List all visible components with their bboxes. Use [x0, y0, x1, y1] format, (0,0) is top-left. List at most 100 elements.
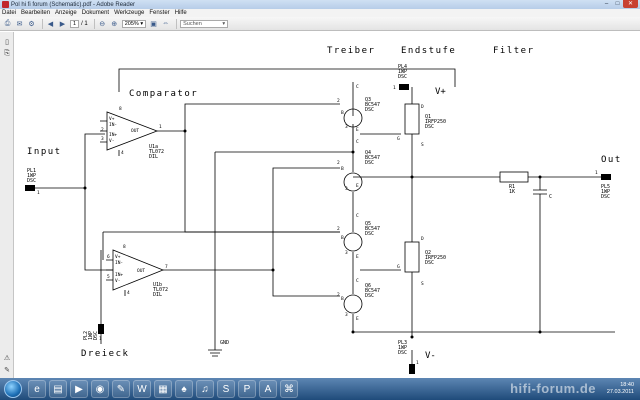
q5-pin-c: C	[356, 213, 359, 219]
q3-pin-3: 3	[345, 124, 348, 130]
document-view: Treiber Endstufe Filter Comparator Input…	[15, 32, 640, 378]
u1a-out-label: OUT	[131, 128, 139, 134]
wire-u1b-to-q6	[272, 270, 340, 297]
game-icon[interactable]: ♠	[175, 380, 193, 398]
clock-date[interactable]: 27.03.2011	[607, 389, 634, 396]
firefox-icon[interactable]: ◉	[91, 380, 109, 398]
u1a-vplus-label: V+	[109, 116, 115, 122]
q2-symbol	[404, 241, 420, 273]
next-page-icon[interactable]: ▶	[58, 19, 67, 28]
warning-icon[interactable]: ⚠	[3, 354, 11, 363]
ie-icon[interactable]: e	[28, 380, 46, 398]
q1-symbol	[404, 103, 420, 135]
label-treiber: Treiber	[327, 46, 375, 56]
u1a-pin3: 3	[101, 136, 104, 142]
menu-dokument[interactable]: Dokument	[82, 10, 109, 16]
navigation-panel: ▯ ⎘ ⚠ ✎	[0, 32, 14, 378]
acrobat-icon[interactable]: A	[259, 380, 277, 398]
u1a-pin2: 2	[101, 127, 104, 133]
q6-pin-3: 3	[345, 312, 348, 318]
label-input: Input	[27, 147, 62, 157]
pl1-pin: 1	[37, 190, 40, 196]
word-icon[interactable]: W	[133, 380, 151, 398]
label-vminus: V-	[425, 351, 436, 361]
pages-icon[interactable]: ▯	[3, 38, 11, 47]
label-vplus: V+	[435, 87, 446, 97]
chevron-down-icon: ▾	[222, 20, 226, 27]
zoom-select[interactable]: 205% ▾	[121, 19, 147, 28]
print-icon[interactable]: ⎙	[3, 19, 12, 28]
q2-pin-d: D	[421, 236, 424, 242]
q3-pkg: DSC	[365, 107, 374, 113]
fit-width-icon[interactable]: ⇔	[161, 19, 170, 28]
c1-symbol	[533, 177, 547, 332]
close-button[interactable]: ✕	[623, 0, 638, 8]
q3-pin-c: C	[356, 84, 359, 90]
pl3-connector	[409, 364, 415, 374]
ps-icon[interactable]: P	[238, 380, 256, 398]
menu-werkzeuge[interactable]: Werkzeuge	[114, 10, 144, 16]
u1b-pin7: 7	[165, 264, 168, 270]
paperclip-icon[interactable]: ✎	[3, 366, 11, 375]
q4-pin-c: C	[356, 139, 359, 145]
itunes-icon[interactable]: ♫	[196, 380, 214, 398]
q4-pin-2: 2	[337, 160, 340, 166]
wire-u1a-to-q5	[184, 131, 340, 233]
pl3-pkg: DSC	[398, 350, 407, 356]
pc-icon[interactable]: ▦	[154, 380, 172, 398]
u1a-pin8: 8	[119, 106, 122, 112]
email-icon[interactable]: ✉	[15, 19, 24, 28]
q5-pin-b: B	[341, 235, 344, 241]
page-number-input[interactable]: 1	[70, 19, 80, 28]
minimize-button[interactable]: –	[601, 0, 612, 8]
network-icon[interactable]: ⌘	[280, 380, 298, 398]
zoom-out-icon[interactable]: ⊖	[98, 19, 107, 28]
u1a-inplus-label: IN+	[109, 132, 117, 138]
pl2-pin: 1	[99, 336, 102, 342]
q6-pkg: DSC	[365, 293, 374, 299]
maximize-button[interactable]: □	[612, 0, 623, 8]
menu-hilfe[interactable]: Hilfe	[175, 10, 187, 16]
adobe-reader-icon	[2, 1, 9, 8]
start-button[interactable]	[4, 380, 22, 398]
label-dreieck: Dreieck	[81, 349, 129, 359]
schematic-drawing: Treiber Endstufe Filter Comparator Input…	[25, 46, 620, 374]
previous-page-icon[interactable]: ◀	[46, 19, 55, 28]
q1-pin-d: D	[421, 104, 424, 110]
label-endstufe: Endstufe	[401, 46, 456, 56]
q3-pin-2: 2	[337, 98, 340, 104]
q6-symbol	[343, 294, 363, 314]
attachments-icon[interactable]: ⎘	[3, 50, 11, 59]
search-input[interactable]: Suchen ▾	[180, 19, 229, 28]
fit-page-icon[interactable]: ▣	[149, 19, 158, 28]
u1b-inplus-label: IN+	[115, 272, 123, 278]
zoom-in-icon[interactable]: ⊕	[110, 19, 119, 28]
c1-name: C	[549, 194, 552, 200]
clock-time[interactable]: 18:40	[620, 382, 634, 389]
q6-pin-2: 2	[337, 292, 340, 298]
menu-bar: Datei Bearbeiten Anzeige Dokument Werkze…	[0, 9, 640, 17]
u1a-vminus-label: V-	[109, 138, 114, 144]
wire-u1b-out	[163, 167, 340, 271]
label-gnd: GND	[220, 340, 229, 346]
u1b-out-label: OUT	[137, 268, 145, 274]
share-icon[interactable]: ⚙	[27, 19, 36, 28]
q5-symbol	[343, 232, 363, 252]
u1a-pkg: DIL	[149, 154, 158, 160]
q6-pin-e: E	[356, 316, 359, 322]
q6-pin-b: B	[341, 296, 344, 302]
skype-icon[interactable]: S	[217, 380, 235, 398]
menu-datei[interactable]: Datei	[2, 10, 16, 16]
u1a-pin1: 1	[159, 124, 162, 130]
toolbar-separator	[93, 18, 95, 29]
media-icon[interactable]: ▶	[70, 380, 88, 398]
menu-fenster[interactable]: Fenster	[149, 10, 169, 16]
q5-pkg: DSC	[365, 231, 374, 237]
folder-icon[interactable]: ▤	[49, 380, 67, 398]
label-filter: Filter	[493, 46, 535, 56]
paint-icon[interactable]: ✎	[112, 380, 130, 398]
menu-bearbeiten[interactable]: Bearbeiten	[21, 10, 50, 16]
menu-anzeige[interactable]: Anzeige	[55, 10, 77, 16]
pl3-pin: 1	[416, 360, 419, 366]
pl4-connector	[399, 84, 409, 90]
